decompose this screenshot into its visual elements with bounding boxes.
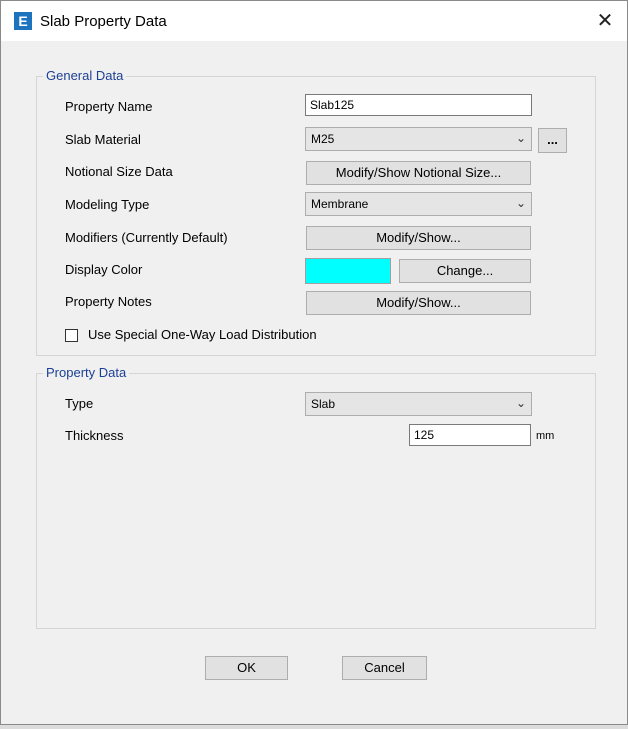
property-name-field[interactable]: Slab125	[305, 94, 532, 116]
thickness-label: Thickness	[65, 428, 124, 443]
thickness-field[interactable]: 125	[409, 424, 531, 446]
modeling-type-label: Modeling Type	[65, 197, 150, 212]
property-notes-button[interactable]: Modify/Show...	[306, 291, 531, 315]
notional-size-button[interactable]: Modify/Show Notional Size...	[306, 161, 531, 185]
property-name-label: Property Name	[65, 99, 153, 114]
slab-material-select[interactable]: M25 ⌄	[305, 127, 532, 151]
cancel-button[interactable]: Cancel	[342, 656, 427, 680]
type-select[interactable]: Slab ⌄	[305, 392, 532, 416]
modeling-type-value: Membrane	[311, 197, 369, 211]
one-way-load-label[interactable]: Use Special One-Way Load Distribution	[88, 327, 317, 342]
window-title: Slab Property Data	[40, 13, 167, 30]
property-notes-label: Property Notes	[65, 294, 152, 309]
general-data-title: General Data	[43, 68, 127, 83]
change-color-button[interactable]: Change...	[399, 259, 531, 283]
display-color-label: Display Color	[65, 262, 143, 277]
slab-material-value: M25	[311, 132, 335, 146]
one-way-load-checkbox[interactable]	[65, 329, 78, 342]
chevron-down-icon: ⌄	[515, 196, 526, 210]
modifiers-label: Modifiers (Currently Default)	[65, 230, 228, 245]
thickness-unit: mm	[536, 430, 555, 442]
type-value: Slab	[311, 397, 336, 411]
chevron-down-icon: ⌄	[515, 131, 526, 145]
slab-material-label: Slab Material	[65, 132, 141, 147]
display-color-swatch[interactable]	[305, 258, 391, 284]
ok-button[interactable]: OK	[205, 656, 288, 680]
chevron-down-icon: ⌄	[515, 396, 526, 410]
property-data-title: Property Data	[43, 365, 130, 380]
close-button[interactable]: ✕	[583, 1, 627, 41]
slab-material-more-button[interactable]: ...	[538, 128, 567, 153]
type-label: Type	[65, 396, 94, 411]
etabs-app-icon: E	[14, 12, 32, 30]
slab-property-dialog: E Slab Property Data ✕ General Data Prop…	[0, 0, 628, 725]
title-bar: E Slab Property Data ✕	[1, 1, 627, 41]
modifiers-button[interactable]: Modify/Show...	[306, 226, 531, 250]
notional-size-label: Notional Size Data	[65, 164, 173, 179]
modeling-type-select[interactable]: Membrane ⌄	[305, 192, 532, 216]
